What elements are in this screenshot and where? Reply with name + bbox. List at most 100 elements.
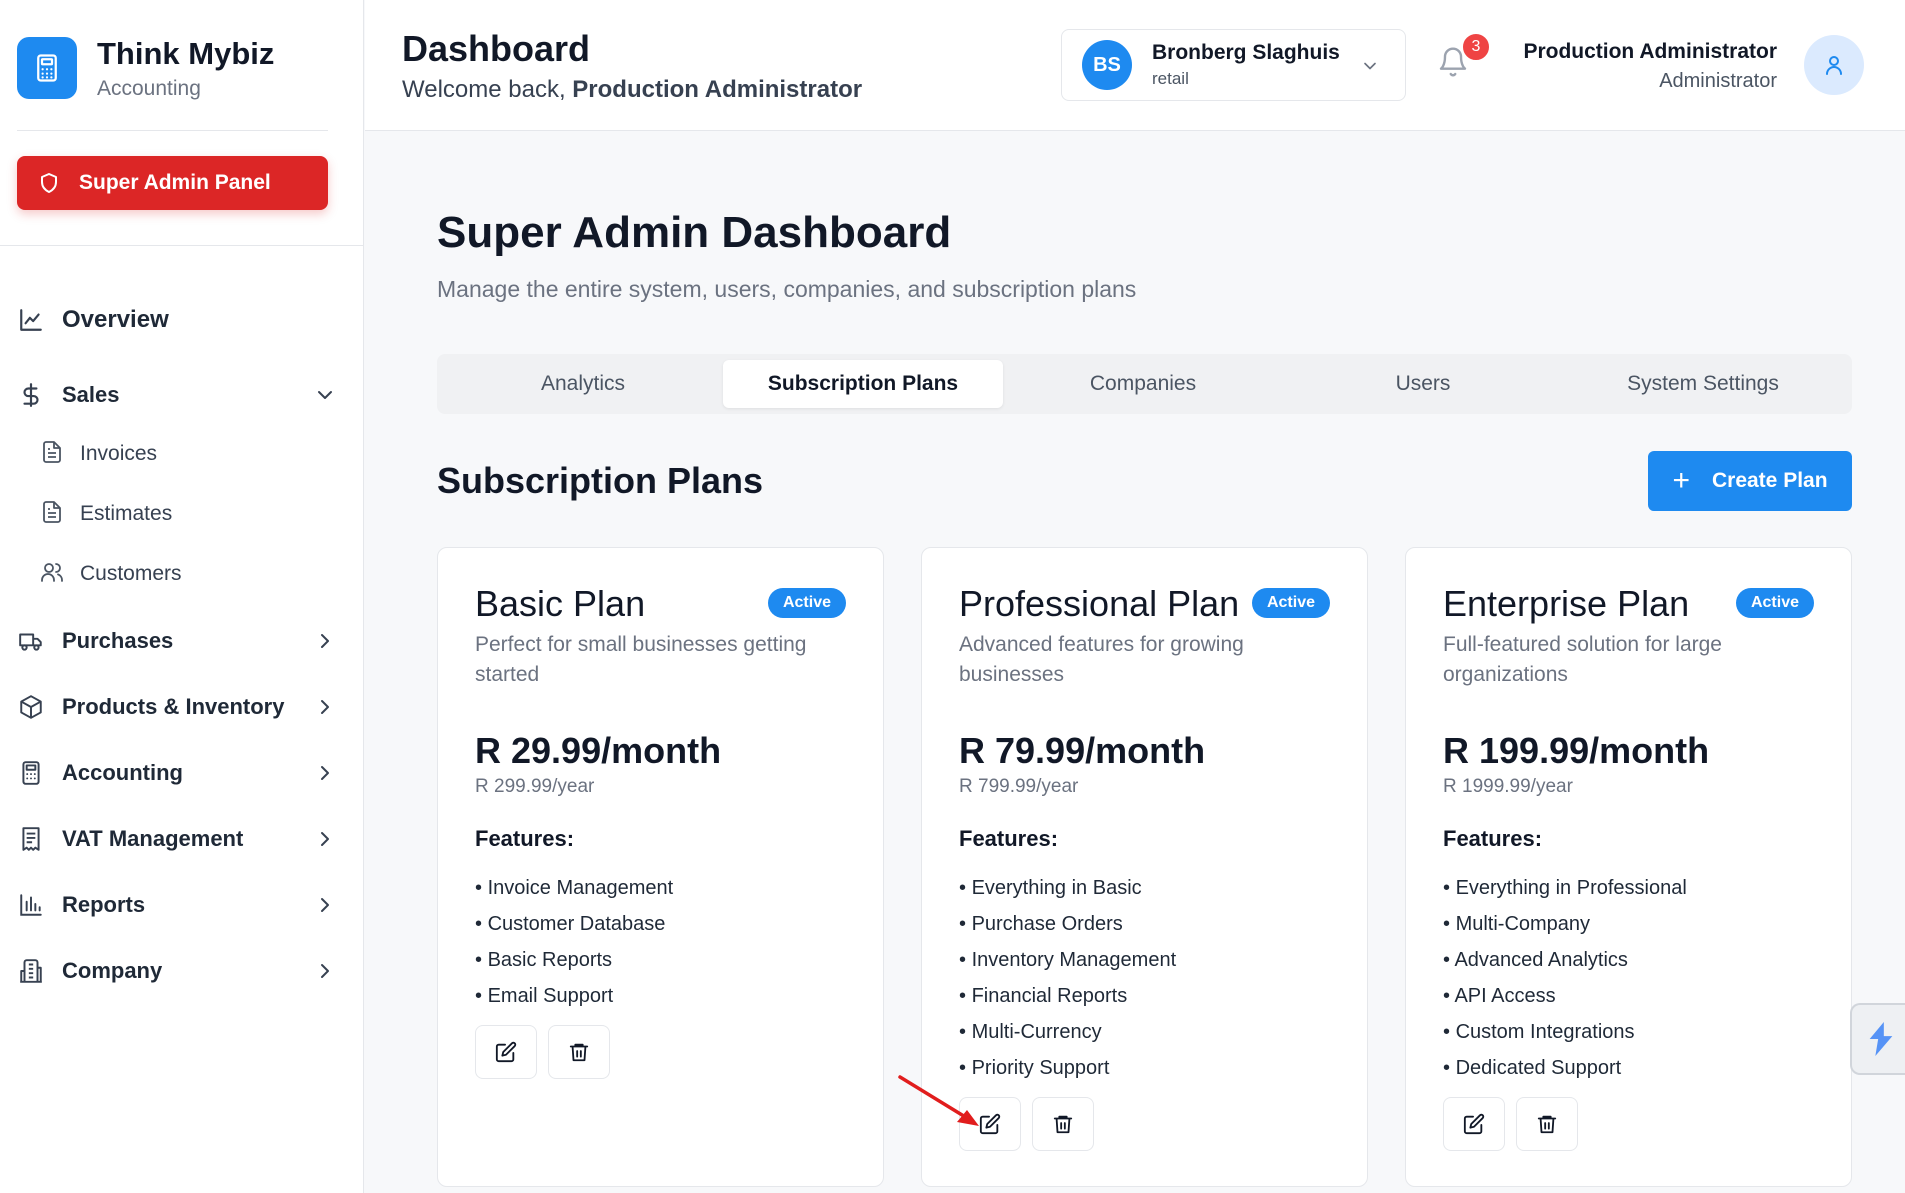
dashboard-subtitle: Manage the entire system, users, compani… <box>437 276 1137 302</box>
feature-item: Everything in Professional <box>1443 870 1687 906</box>
features-heading: Features: <box>959 826 1059 851</box>
feature-item: Dedicated Support <box>1443 1050 1687 1086</box>
sidebar-item-label: Estimates <box>80 502 173 525</box>
feature-list: Invoice Management Customer Database Bas… <box>475 870 674 1014</box>
chevron-down-icon <box>313 383 337 412</box>
plan-card-basic: Basic Plan Active Perfect for small busi… <box>437 547 884 1187</box>
sidebar-item-label: Reports <box>62 892 146 917</box>
feature-item: Everything in Basic <box>959 870 1176 906</box>
feature-item: Priority Support <box>959 1050 1176 1086</box>
sidebar-item-label: Company <box>62 958 163 983</box>
feature-list: Everything in Basic Purchase Orders Inve… <box>959 870 1177 1086</box>
floating-widget-icon[interactable] <box>1850 1003 1905 1075</box>
sidebar-item-overview[interactable]: Overview <box>17 298 337 342</box>
delete-plan-button[interactable] <box>548 1025 610 1079</box>
chevron-right-icon <box>313 893 337 922</box>
users-icon <box>40 560 64 589</box>
status-badge: Active <box>1735 588 1814 618</box>
tab-users[interactable]: Users <box>1283 360 1563 408</box>
bar-chart-icon <box>17 891 45 919</box>
user-avatar[interactable] <box>1804 35 1864 95</box>
feature-list: Everything in Professional Multi-Company… <box>1443 870 1687 1086</box>
edit-plan-button[interactable] <box>475 1025 537 1079</box>
shield-icon <box>41 173 57 193</box>
create-plan-button[interactable]: + Create Plan <box>1648 451 1852 511</box>
tab-companies[interactable]: Companies <box>1003 360 1283 408</box>
chevron-down-icon <box>1360 56 1380 81</box>
features-heading: Features: <box>1443 826 1543 851</box>
welcome-prefix: Welcome back, <box>402 76 566 103</box>
feature-item: Invoice Management <box>475 870 674 906</box>
sidebar-item-accounting[interactable]: Accounting <box>17 751 337 795</box>
edit-icon <box>979 1113 1001 1135</box>
calculator-icon <box>17 37 77 99</box>
welcome-user: Production Administrator <box>572 76 863 103</box>
plan-price: R 29.99/month <box>475 730 722 771</box>
plus-icon: + <box>1672 464 1690 497</box>
chevron-right-icon <box>313 761 337 790</box>
top-header: Dashboard Welcome back, Production Admin… <box>365 0 1905 131</box>
brand[interactable]: Think Mybiz Accounting <box>17 35 274 101</box>
edit-plan-button[interactable] <box>959 1097 1021 1151</box>
sidebar-item-purchases[interactable]: Purchases <box>17 619 337 663</box>
sidebar-item-sales[interactable]: Sales <box>17 373 337 417</box>
sidebar-item-label: Accounting <box>62 760 183 785</box>
sidebar-item-reports[interactable]: Reports <box>17 883 337 927</box>
box-icon <box>17 693 45 721</box>
super-admin-panel-label: Super Admin Panel <box>79 171 271 194</box>
trash-icon <box>1053 1115 1073 1134</box>
edit-icon <box>1463 1113 1485 1135</box>
sidebar-item-vat-management[interactable]: VAT Management <box>17 817 337 861</box>
feature-item: Email Support <box>475 978 673 1014</box>
divider <box>0 245 364 246</box>
sidebar-item-estimates[interactable]: Estimates <box>40 494 320 534</box>
edit-plan-button[interactable] <box>1443 1097 1505 1151</box>
file-text-icon <box>40 440 64 469</box>
chevron-right-icon <box>313 629 337 658</box>
super-admin-panel-button[interactable]: Super Admin Panel <box>17 156 328 210</box>
company-name: Bronberg Slaghuis <box>1152 41 1340 64</box>
sidebar-item-products-inventory[interactable]: Products & Inventory <box>17 685 337 729</box>
tab-bar: Analytics Subscription Plans Companies U… <box>437 354 1852 414</box>
dollar-icon <box>17 381 45 409</box>
company-selector[interactable]: BS Bronberg Slaghuis retail <box>1061 29 1406 101</box>
create-plan-label: Create Plan <box>1711 469 1828 492</box>
tab-analytics[interactable]: Analytics <box>443 360 723 408</box>
brand-name: Think Mybiz <box>97 36 275 71</box>
sidebar-item-company[interactable]: Company <box>17 949 337 993</box>
plan-name: Professional Plan <box>959 583 1240 624</box>
plan-card-professional: Professional Plan Active Advanced featur… <box>921 547 1368 1187</box>
sidebar-item-customers[interactable]: Customers <box>40 554 320 594</box>
section-title: Subscription Plans <box>437 460 764 501</box>
edit-icon <box>495 1041 517 1063</box>
trash-icon <box>569 1043 589 1062</box>
plan-description: Full-featured solution for large organiz… <box>1443 633 1722 686</box>
tab-subscription-plans[interactable]: Subscription Plans <box>723 360 1003 408</box>
welcome-text: Welcome back, Production Administrator <box>402 76 862 104</box>
feature-item: Customer Database <box>475 906 673 942</box>
sidebar-item-invoices[interactable]: Invoices <box>40 434 320 474</box>
feature-item: Purchase Orders <box>959 906 1176 942</box>
delete-plan-button[interactable] <box>1032 1097 1094 1151</box>
file-text-icon <box>40 500 64 529</box>
plan-name: Basic Plan <box>475 583 646 624</box>
trash-icon <box>1537 1115 1557 1134</box>
features-heading: Features: <box>475 826 575 851</box>
delete-plan-button[interactable] <box>1516 1097 1578 1151</box>
feature-item: Financial Reports <box>959 978 1176 1014</box>
plan-name: Enterprise Plan <box>1443 583 1690 624</box>
sidebar-item-label: Purchases <box>62 628 174 653</box>
sidebar-item-label: Sales <box>62 382 120 407</box>
user-icon <box>1826 56 1842 75</box>
plan-description: Advanced features for growing businesses <box>959 633 1244 686</box>
sidebar-item-label: Customers <box>80 562 182 585</box>
chevron-right-icon <box>313 959 337 988</box>
feature-item: Basic Reports <box>475 942 673 978</box>
chevron-right-icon <box>313 695 337 724</box>
line-chart-icon <box>17 306 45 334</box>
chevron-right-icon <box>313 827 337 856</box>
notification-badge: 3 <box>1461 32 1491 62</box>
feature-item: API Access <box>1443 978 1687 1014</box>
page-title: Dashboard <box>402 28 591 69</box>
tab-system-settings[interactable]: System Settings <box>1563 360 1843 408</box>
